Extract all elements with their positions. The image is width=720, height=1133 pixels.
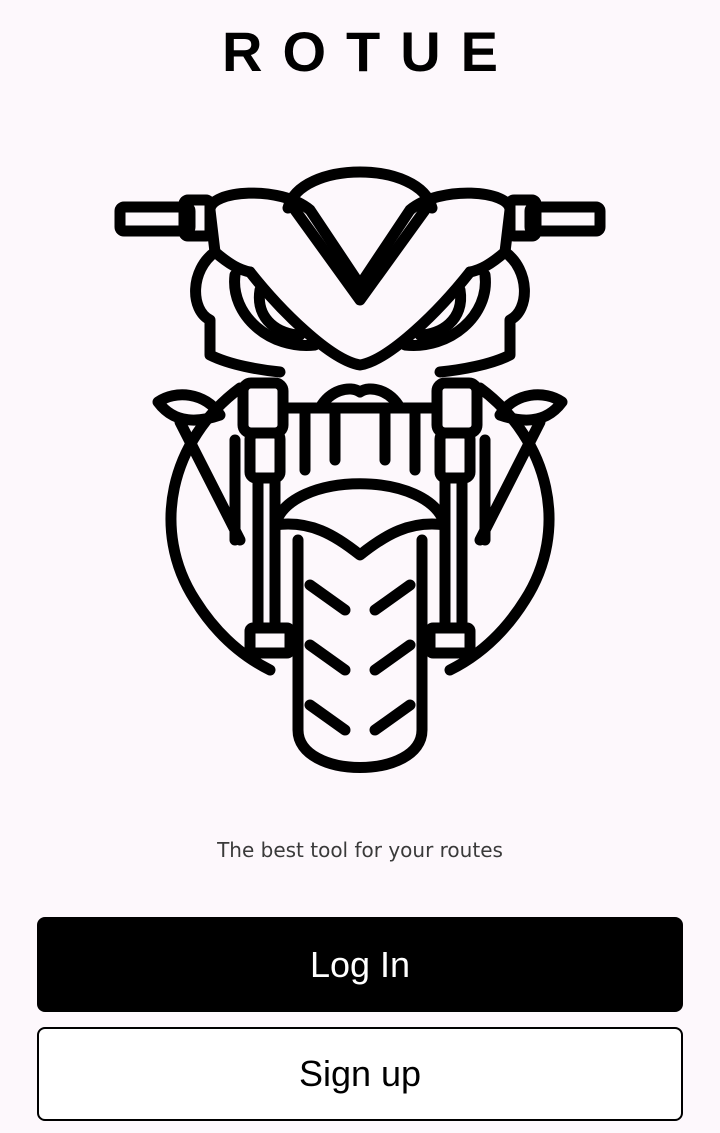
login-button-label: Log In xyxy=(309,943,411,985)
login-button[interactable]: Log In xyxy=(37,917,683,1012)
signup-button-label: Sign up xyxy=(298,1053,422,1094)
app-title: ROTUE xyxy=(222,20,518,83)
tagline: The best tool for your routes xyxy=(217,838,503,862)
signup-button[interactable]: Sign up xyxy=(37,1027,683,1121)
motorcycle-front-icon xyxy=(114,166,606,773)
